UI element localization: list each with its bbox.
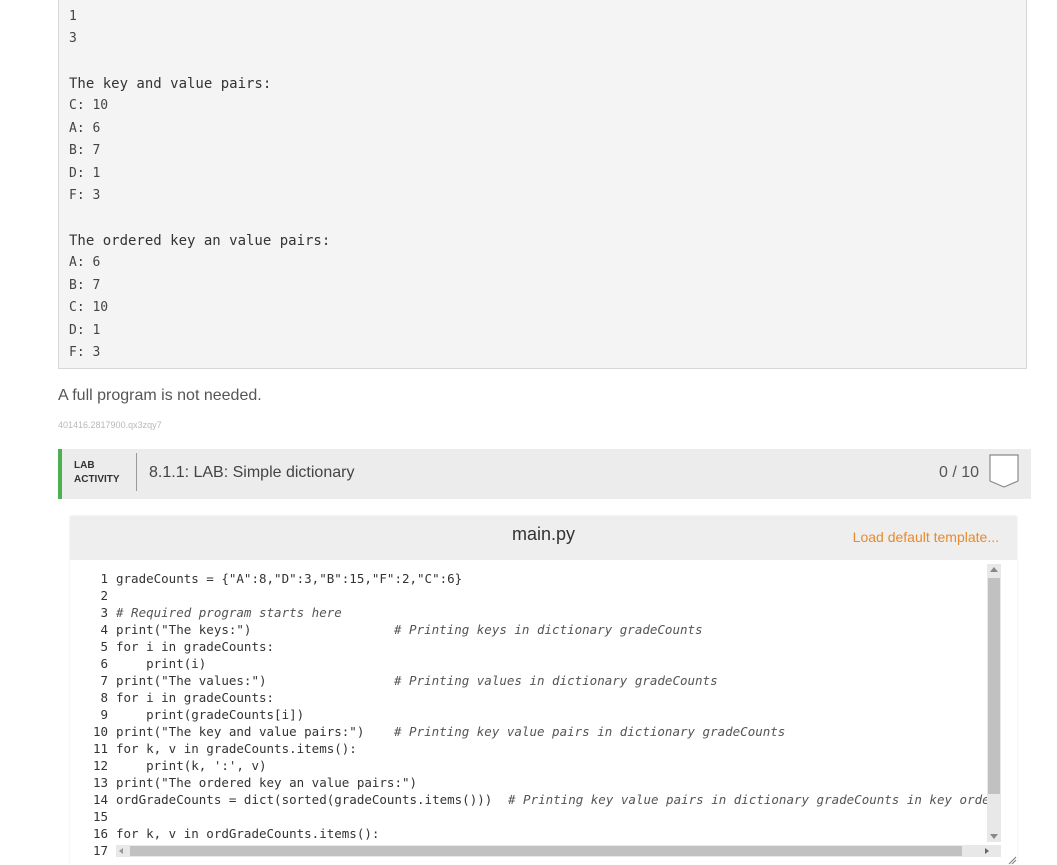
output-line: A: 6 <box>69 121 101 136</box>
line-number: 6 <box>100 656 108 671</box>
lab-tag-line1: LAB <box>74 460 95 471</box>
scroll-left-icon[interactable] <box>119 848 123 854</box>
vertical-scrollbar[interactable] <box>987 564 1001 842</box>
note-text: A full program is not needed. <box>58 387 262 404</box>
output-line: D: 1 <box>69 323 101 338</box>
line-number: 11 <box>92 741 108 756</box>
output-line: The ordered key an value pairs: <box>69 233 331 249</box>
code-line[interactable]: print(gradeCounts[i]) <box>116 706 304 723</box>
code-line[interactable]: for i in gradeCounts: <box>116 638 274 655</box>
line-number: 7 <box>100 673 108 688</box>
expected-output-box: 1 3 The key and value pairs: C: 10 A: 6 … <box>58 0 1027 369</box>
code-line[interactable]: for k, v in ordGradeCounts.items(): <box>116 825 379 842</box>
line-number: 5 <box>100 639 108 654</box>
horizontal-scroll-thumb[interactable] <box>130 846 962 856</box>
output-line: A: 6 <box>69 255 101 270</box>
code-area[interactable]: 1 gradeCounts = {"A":8,"D":3,"B":15,"F":… <box>70 560 1017 865</box>
code-comment[interactable]: # Printing key value pairs in dictionary… <box>394 723 785 740</box>
code-editor: main.py Load default template... 1 grade… <box>70 516 1017 865</box>
code-line[interactable]: print("The key and value pairs:") <box>116 723 364 740</box>
scroll-down-icon[interactable] <box>990 834 998 839</box>
code-line[interactable]: print(k, ':', v) <box>116 757 266 774</box>
line-number: 4 <box>100 622 108 637</box>
line-number: 3 <box>100 605 108 620</box>
output-line: C: 10 <box>69 300 109 315</box>
code-line[interactable]: ordGradeCounts = dict(sorted(gradeCounts… <box>116 791 492 808</box>
lab-body: main.py Load default template... 1 grade… <box>58 499 1031 865</box>
line-number: 13 <box>92 775 108 790</box>
activity-id: 401416.2817900.qx3zqy7 <box>58 420 162 430</box>
load-default-template-button[interactable]: Load default template... <box>853 529 999 545</box>
output-line: C: 10 <box>69 98 109 113</box>
divider <box>136 453 137 491</box>
score-badge-icon <box>989 454 1019 488</box>
line-number: 17 <box>92 843 108 858</box>
code-comment[interactable]: # Printing values in dictionary gradeCou… <box>394 672 718 689</box>
lab-title: 8.1.1: LAB: Simple dictionary <box>149 464 355 481</box>
code-comment[interactable]: # Printing key value pairs in dictionary… <box>508 791 990 808</box>
output-line: 1 <box>69 9 77 24</box>
lab-tag: LAB ACTIVITY <box>74 459 120 487</box>
code-line[interactable]: print(i) <box>116 655 206 672</box>
output-line: F: 3 <box>69 188 101 203</box>
line-number: 16 <box>92 826 108 841</box>
lab-activity: LAB ACTIVITY 8.1.1: LAB: Simple dictiona… <box>58 449 1031 865</box>
line-number: 14 <box>92 792 108 807</box>
line-number: 8 <box>100 690 108 705</box>
output-line: The key and value pairs: <box>69 76 272 92</box>
resize-grip-icon[interactable] <box>1007 855 1017 865</box>
code-line[interactable]: print("The ordered key an value pairs:") <box>116 774 417 791</box>
lab-header: LAB ACTIVITY 8.1.1: LAB: Simple dictiona… <box>58 449 1031 499</box>
output-line: D: 1 <box>69 166 101 181</box>
output-line: B: 7 <box>69 143 101 158</box>
code-line[interactable]: for k, v in gradeCounts.items(): <box>116 740 357 757</box>
line-number: 12 <box>92 758 108 773</box>
scroll-up-icon[interactable] <box>990 567 998 572</box>
code-line[interactable]: gradeCounts = {"A":8,"D":3,"B":15,"F":2,… <box>116 570 462 587</box>
output-line: F: 3 <box>69 345 101 360</box>
line-number: 10 <box>92 724 108 739</box>
output-line: B: 7 <box>69 278 101 293</box>
horizontal-scrollbar[interactable] <box>116 845 1001 857</box>
line-number: 9 <box>100 707 108 722</box>
line-number: 15 <box>92 809 108 824</box>
output-line: 3 <box>69 31 77 46</box>
lab-score: 0 / 10 <box>938 464 979 481</box>
code-line[interactable]: print("The keys:") <box>116 621 251 638</box>
code-comment[interactable]: # Required program starts here <box>116 604 342 621</box>
line-number: 2 <box>100 588 108 603</box>
code-line[interactable]: print("The values:") <box>116 672 267 689</box>
vertical-scroll-thumb[interactable] <box>988 578 1000 794</box>
code-line[interactable]: for i in gradeCounts: <box>116 689 274 706</box>
code-comment[interactable]: # Printing keys in dictionary gradeCount… <box>394 621 703 638</box>
line-number: 1 <box>100 571 108 586</box>
scroll-right-icon[interactable] <box>985 848 989 854</box>
lab-tag-line2: ACTIVITY <box>74 474 120 485</box>
